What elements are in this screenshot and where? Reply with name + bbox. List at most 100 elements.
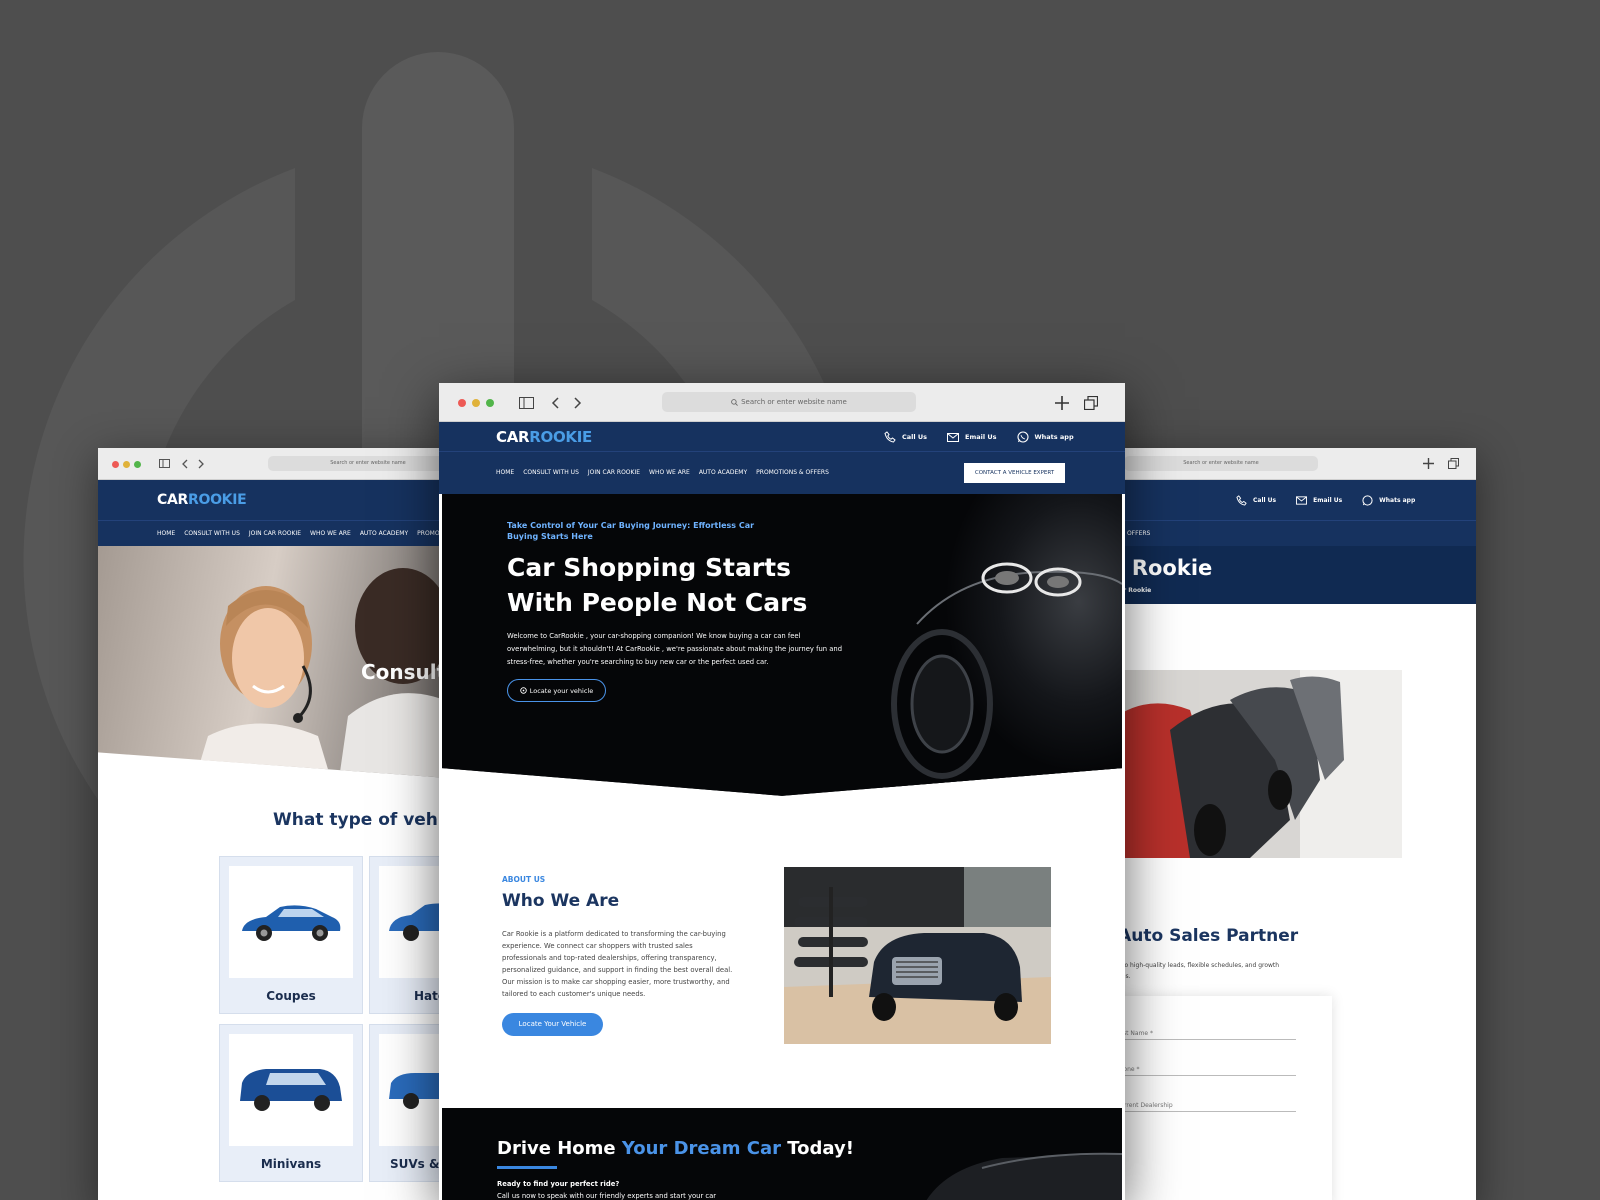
left-hero-title: Consult (361, 660, 447, 684)
drive-title-underline (497, 1166, 557, 1169)
last-name-field[interactable]: Last Name * (1116, 1022, 1296, 1040)
call-link[interactable]: Call Us (884, 431, 927, 443)
nav-consult[interactable]: CONSULT WITH US (184, 530, 240, 537)
whatsapp-icon (1362, 495, 1373, 506)
whatsapp-link[interactable]: Whats app (1362, 495, 1415, 506)
about-body-1: Car Rookie is a platform dedicated to tr… (502, 930, 726, 938)
nav-join[interactable]: JOIN CAR ROOKIE (249, 530, 301, 537)
hero-body-2: overwhelming, but it shouldn't! At CarRo… (507, 645, 843, 653)
card-label: Minivans (260, 1157, 322, 1171)
email-link[interactable]: Email Us (947, 432, 997, 442)
right-url-bar[interactable]: Search or enter website name (1124, 456, 1318, 471)
maximize-dot[interactable] (134, 461, 141, 468)
tabs-overview-icon[interactable] (1448, 458, 1459, 469)
nav-academy[interactable]: AUTO ACADEMY (360, 530, 408, 537)
about-body-6: tailored to each customer's unique needs… (502, 990, 646, 998)
drive-title-b: Your Dream Car (621, 1138, 781, 1159)
email-link[interactable]: Email Us (1296, 496, 1342, 505)
center-contact-links: Call Us Email Us Whats app (884, 431, 1094, 443)
vehicle-card[interactable]: Minivans (219, 1024, 363, 1182)
minivan-car-icon (240, 1069, 342, 1111)
showroom-photo (784, 867, 1051, 1044)
drive-title-a: Drive Home (497, 1138, 622, 1159)
center-browser-window: Search or enter website name CARROOKIE C… (439, 383, 1125, 1200)
sidebar-icon[interactable] (159, 459, 170, 468)
locate-vehicle-hero-button[interactable]: Locate your vehicle (507, 679, 606, 702)
card-label: Coupes (266, 989, 316, 1003)
drive-text-2: Call us now to speak with our friendly e… (497, 1192, 717, 1200)
nav-academy[interactable]: AUTO ACADEMY (699, 469, 747, 476)
new-tab-icon[interactable] (1055, 396, 1069, 410)
locate-vehicle-button[interactable]: Locate Your Vehicle (502, 1013, 603, 1036)
right-browser-chrome: Search or enter website name (1100, 448, 1476, 480)
nav-home[interactable]: HOME (157, 530, 175, 537)
right-browser-window: Search or enter website name Call Us Ema… (1100, 448, 1476, 1200)
partner-text-1: access to high-quality leads, flexible s… (1100, 962, 1280, 969)
partner-form: Last Name * Phone * Current Dealership (1100, 996, 1332, 1200)
back-icon[interactable] (551, 397, 559, 409)
call-label: Call Us (902, 433, 928, 441)
left-hero: Consult (98, 546, 458, 779)
back-icon[interactable] (181, 459, 188, 469)
phone-field[interactable]: Phone * (1116, 1058, 1296, 1076)
search-icon (731, 398, 738, 406)
hero-body-3: stress-free, whether you're searching to… (507, 658, 769, 666)
drive-text-1: Ready to find your perfect ride? (497, 1180, 620, 1188)
contact-expert-button[interactable]: CONTACT A VEHICLE EXPERT (964, 463, 1065, 483)
sidebar-icon[interactable] (519, 397, 534, 409)
minimize-dot[interactable] (123, 461, 130, 468)
nav-promotions[interactable]: PROMOTIONS & OFFERS (756, 469, 829, 476)
right-page-header: ar Rookie Join Car Rookie (1100, 546, 1476, 604)
coupe-car-icon (242, 905, 341, 941)
hero-eyebrow-1: Take Control of Your Car Buying Journey:… (507, 521, 755, 530)
left-url-bar[interactable]: Search or enter website name (268, 456, 458, 471)
center-url-bar[interactable]: Search or enter website name (662, 392, 916, 412)
nav-home[interactable]: HOME (496, 469, 514, 476)
left-browser-chrome: Search or enter website name (98, 448, 458, 480)
whatsapp-label: Whats app (1379, 497, 1416, 504)
card-image (229, 866, 353, 978)
close-dot[interactable] (458, 399, 466, 407)
hero-eyebrow-2: Buying Starts Here (507, 532, 593, 541)
minimize-dot[interactable] (472, 399, 480, 407)
about-eyebrow: ABOUT US (502, 875, 546, 884)
call-link[interactable]: Call Us (1236, 495, 1276, 506)
tabs-overview-icon[interactable] (1084, 396, 1098, 410)
center-navbar: HOME CONSULT WITH US JOIN CAR ROOKIE WHO… (439, 451, 1125, 494)
card-image (229, 1034, 353, 1146)
locate-vehicle-hero-label: Locate your vehicle (529, 686, 594, 695)
right-topbar: Call Us Email Us Whats app (1100, 480, 1476, 520)
center-nav: HOME CONSULT WITH US JOIN CAR ROOKIE WHO… (496, 469, 829, 476)
center-logo[interactable]: CARROOKIE (496, 428, 592, 446)
dealership-field[interactable]: Current Dealership (1116, 1094, 1296, 1112)
maximize-dot[interactable] (486, 399, 494, 407)
left-section-title: What type of vehicle (273, 810, 458, 830)
vehicle-card[interactable]: Coupes (219, 856, 363, 1014)
nav-who[interactable]: WHO WE ARE (649, 469, 690, 476)
left-browser-window: Search or enter website name CARROOKIE H… (98, 448, 458, 1200)
whatsapp-icon (1016, 431, 1029, 443)
close-dot[interactable] (112, 461, 119, 468)
drive-title-c: Today! (781, 1138, 854, 1159)
mail-icon (947, 432, 960, 442)
new-tab-icon[interactable] (1423, 458, 1434, 469)
left-logo[interactable]: CARROOKIE (157, 492, 247, 508)
forward-icon[interactable] (198, 459, 205, 469)
left-nav: HOME CONSULT WITH US JOIN CAR ROOKIE WHO… (157, 530, 445, 537)
nav-who[interactable]: WHO WE ARE (310, 530, 351, 537)
right-contact-links: Call Us Email Us Whats app (1236, 495, 1435, 506)
nav-join[interactable]: JOIN CAR ROOKIE (588, 469, 640, 476)
email-label: Email Us (965, 433, 997, 441)
about-body-5: Our mission is to make car shopping easi… (502, 978, 730, 986)
drive-title: Drive Home Your Dream Car Today! (497, 1138, 854, 1159)
center-browser-chrome: Search or enter website name (439, 383, 1125, 422)
logo-part2: ROOKIE (188, 492, 247, 508)
phone-icon (884, 431, 896, 443)
nav-consult[interactable]: CONSULT WITH US (523, 469, 579, 476)
whatsapp-link[interactable]: Whats app (1016, 431, 1074, 443)
phone-icon (1236, 495, 1247, 506)
mail-icon (1296, 496, 1308, 505)
left-navbar: HOME CONSULT WITH US JOIN CAR ROOKIE WHO… (98, 520, 458, 546)
forward-icon[interactable] (574, 397, 582, 409)
center-hero: Take Control of Your Car Buying Journey:… (442, 494, 1122, 796)
